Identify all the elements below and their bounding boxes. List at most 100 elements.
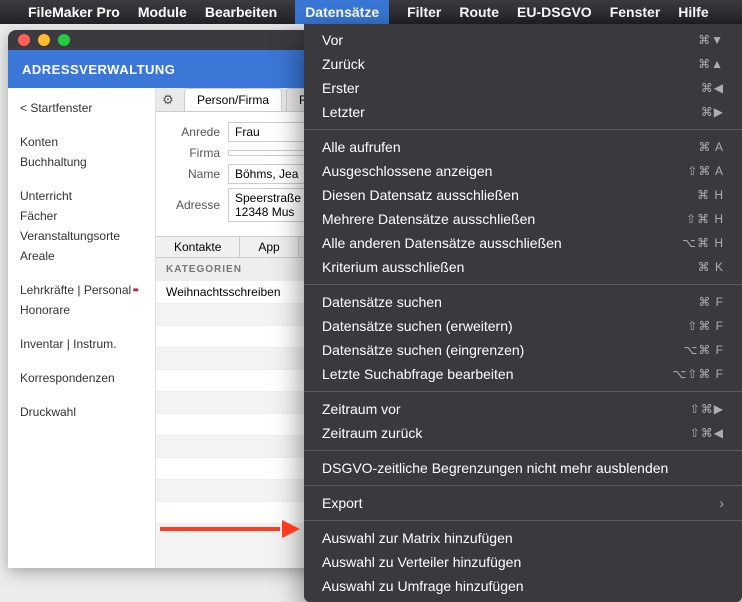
menu-filter[interactable]: Filter bbox=[407, 4, 441, 20]
label-name: Name bbox=[170, 167, 220, 181]
menu-item[interactable]: Diesen Datensatz ausschließen ⌘ H bbox=[304, 183, 742, 207]
menu-shortcut: ⌘▼ bbox=[698, 33, 724, 47]
menu-item[interactable]: Alle aufrufen ⌘ A bbox=[304, 135, 742, 159]
sidebar-item-honorare[interactable]: Honorare bbox=[20, 300, 143, 320]
menu-route[interactable]: Route bbox=[459, 4, 499, 20]
menu-shortcut: ⌘▶ bbox=[701, 105, 724, 119]
sidebar: < Startfenster Konten Buchhaltung Unterr… bbox=[8, 88, 156, 568]
menu-item[interactable]: Vor ⌘▼ bbox=[304, 28, 742, 52]
menu-shortcut: ⌘▲ bbox=[698, 57, 724, 71]
menu-shortcut: ⌘ A bbox=[698, 140, 724, 154]
menu-item[interactable]: Auswahl zur Matrix hinzufügen bbox=[304, 526, 742, 550]
menu-bearbeiten[interactable]: Bearbeiten bbox=[205, 4, 277, 20]
tab-app[interactable]: App bbox=[240, 237, 298, 257]
menu-item[interactable]: Auswahl zu Umfrage hinzufügen bbox=[304, 574, 742, 598]
menu-item-label: Zeitraum zurück bbox=[322, 425, 422, 441]
menu-item-label: Datensätze suchen (erweitern) bbox=[322, 318, 513, 334]
menu-item-label: Auswahl zur Matrix hinzufügen bbox=[322, 530, 513, 546]
menu-separator bbox=[304, 485, 742, 486]
menu-item-label: Zeitraum vor bbox=[322, 401, 401, 417]
menu-item[interactable]: Mehrere Datensätze ausschließen ⇧⌘ H bbox=[304, 207, 742, 231]
menu-datensaetze[interactable]: Datensätze bbox=[295, 0, 389, 24]
menu-separator bbox=[304, 391, 742, 392]
menu-fenster[interactable]: Fenster bbox=[610, 4, 661, 20]
menu-item[interactable]: Zeitraum vor⇧⌘▶ bbox=[304, 397, 742, 421]
menu-item[interactable]: Datensätze suchen (eingrenzen) ⌥⌘ F bbox=[304, 338, 742, 362]
menu-item-label: Datensätze suchen bbox=[322, 294, 442, 310]
sidebar-item-unterricht[interactable]: Unterricht bbox=[20, 186, 143, 206]
menu-item-label: Datensätze suchen (eingrenzen) bbox=[322, 342, 524, 358]
menu-shortcut: ⌘ K bbox=[698, 260, 724, 274]
menu-item-label: Vor bbox=[322, 32, 343, 48]
label-firma: Firma bbox=[170, 146, 220, 160]
menu-shortcut: ⌥⌘ H bbox=[682, 236, 724, 250]
chevron-right-icon: › bbox=[719, 495, 724, 511]
menu-item[interactable]: Export › bbox=[304, 491, 742, 515]
menu-shortcut: ⌘ H bbox=[697, 188, 724, 202]
page-title: ADRESSVERWALTUNG bbox=[22, 62, 175, 77]
menu-module[interactable]: Module bbox=[138, 4, 187, 20]
menu-item[interactable]: DSGVO-zeitliche Begrenzungen nicht mehr … bbox=[304, 456, 742, 480]
sidebar-item-areale[interactable]: Areale bbox=[20, 246, 143, 266]
menu-shortcut: ⇧⌘ A bbox=[687, 164, 724, 178]
menu-shortcut: ⇧⌘ H bbox=[686, 212, 724, 226]
datensaetze-menu: Vor ⌘▼ Zurück ⌘▲ Erster ⌘◀ Letzter ⌘▶ Alle aufru… bbox=[304, 24, 742, 602]
menu-item-label: Kriterium ausschließen bbox=[322, 259, 464, 275]
menu-item[interactable]: Zurück ⌘▲ bbox=[304, 52, 742, 76]
menu-item-label: Letzte Suchabfrage bearbeiten bbox=[322, 366, 513, 382]
menu-item-label: Export bbox=[322, 495, 362, 511]
arrow-head-icon bbox=[282, 520, 300, 538]
close-icon[interactable] bbox=[18, 34, 30, 46]
sidebar-item-korrespondenzen[interactable]: Korrespondenzen bbox=[20, 368, 143, 388]
menu-item-label: Letzter bbox=[322, 104, 365, 120]
sidebar-item-druckwahl[interactable]: Druckwahl bbox=[20, 402, 143, 422]
menu-item[interactable]: Datensätze suchen (erweitern)⇧⌘ F bbox=[304, 314, 742, 338]
sidebar-item-faecher[interactable]: Fächer bbox=[20, 206, 143, 226]
minimize-icon[interactable] bbox=[38, 34, 50, 46]
menu-item[interactable]: Auswahl zu Verteiler hinzufügen bbox=[304, 550, 742, 574]
menu-item-label: Erster bbox=[322, 80, 359, 96]
menu-shortcut: ⌥⌘ F bbox=[684, 343, 725, 357]
menu-item[interactable]: Erster ⌘◀ bbox=[304, 76, 742, 100]
menu-shortcut: ⌥⇧⌘ F bbox=[672, 367, 724, 381]
mac-menubar: FileMaker Pro Module Bearbeiten Datensät… bbox=[0, 0, 742, 24]
menu-item-label: Ausgeschlossene anzeigen bbox=[322, 163, 492, 179]
menu-item-label: Alle aufrufen bbox=[322, 139, 401, 155]
label-anrede: Anrede bbox=[170, 125, 220, 139]
annotation-arrow bbox=[160, 522, 300, 536]
sidebar-item-buchhaltung[interactable]: Buchhaltung bbox=[20, 152, 143, 172]
menu-separator bbox=[304, 129, 742, 130]
gear-icon[interactable]: ⚙ bbox=[156, 92, 180, 108]
menu-separator bbox=[304, 450, 742, 451]
label-adresse: Adresse bbox=[170, 198, 220, 212]
sidebar-item-lehrkraefte[interactable]: Lehrkräfte | Personal bbox=[20, 280, 143, 300]
menu-shortcut: ⌘◀ bbox=[701, 81, 724, 95]
menu-item[interactable]: Datensätze suchen ⌘ F bbox=[304, 290, 742, 314]
menu-item[interactable]: Alle anderen Datensätze ausschließen ⌥⌘ H bbox=[304, 231, 742, 255]
menu-item-label: Zurück bbox=[322, 56, 365, 72]
sidebar-back[interactable]: < Startfenster bbox=[20, 98, 143, 118]
menu-item-label: DSGVO-zeitliche Begrenzungen nicht mehr … bbox=[322, 460, 668, 476]
menu-separator bbox=[304, 284, 742, 285]
menu-item[interactable]: Kriterium ausschließen ⌘ K bbox=[304, 255, 742, 279]
arrow-line bbox=[160, 527, 280, 531]
menu-item-label: Diesen Datensatz ausschließen bbox=[322, 187, 519, 203]
app-name[interactable]: FileMaker Pro bbox=[28, 4, 120, 20]
menu-item[interactable]: Ausgeschlossene anzeigen ⇧⌘ A bbox=[304, 159, 742, 183]
menu-shortcut: ⇧⌘◀ bbox=[690, 426, 724, 440]
menu-eu-dsgvo[interactable]: EU-DSGVO bbox=[517, 4, 592, 20]
sidebar-item-veranstaltungsorte[interactable]: Veranstaltungsorte bbox=[20, 226, 143, 246]
menu-item-label: Alle anderen Datensätze ausschließen bbox=[322, 235, 562, 251]
menu-item[interactable]: Letzter ⌘▶ bbox=[304, 100, 742, 124]
menu-item-label: Auswahl zu Umfrage hinzufügen bbox=[322, 578, 524, 594]
tab-kontakte[interactable]: Kontakte bbox=[156, 237, 240, 257]
menu-shortcut: ⌘ F bbox=[698, 295, 724, 309]
menu-item[interactable]: Zeitraum zurück ⇧⌘◀ bbox=[304, 421, 742, 445]
menu-hilfe[interactable]: Hilfe bbox=[678, 4, 708, 20]
menu-item[interactable]: Letzte Suchabfrage bearbeiten ⌥⇧⌘ F bbox=[304, 362, 742, 386]
sidebar-item-konten[interactable]: Konten bbox=[20, 132, 143, 152]
zoom-icon[interactable] bbox=[58, 34, 70, 46]
menu-item-label: Mehrere Datensätze ausschließen bbox=[322, 211, 535, 227]
sidebar-item-inventar[interactable]: Inventar | Instrum. bbox=[20, 334, 143, 354]
tab-person-firma[interactable]: Person/Firma bbox=[184, 88, 282, 111]
